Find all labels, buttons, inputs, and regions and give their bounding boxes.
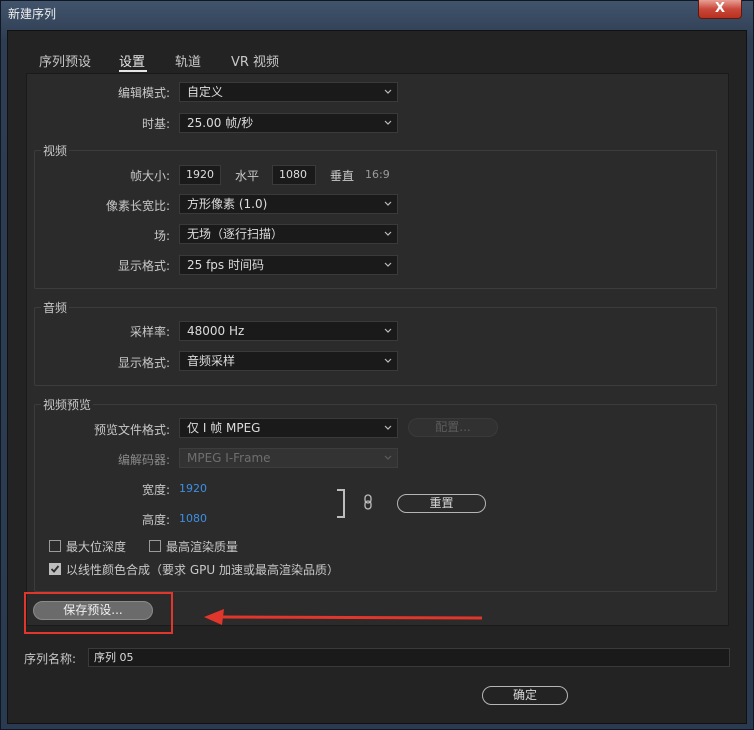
tab-settings[interactable]: 设置 (119, 51, 145, 70)
sequence-name-label: 序列名称: (24, 652, 77, 666)
max-bit-depth-label: 最大位深度 (66, 540, 127, 554)
dimension-bracket (337, 489, 345, 518)
link-chain-icon[interactable] (363, 494, 373, 510)
chevron-down-icon (384, 231, 392, 236)
fields-dropdown[interactable]: 无场（逐行扫描） (179, 224, 398, 244)
chevron-down-icon (384, 120, 392, 125)
chevron-down-icon (384, 201, 392, 206)
preview-height-value[interactable]: 1080 (179, 512, 207, 525)
sample-rate-label: 采样率: (129, 325, 170, 339)
preview-height-label: 高度: (141, 513, 170, 527)
edit-mode-dropdown[interactable]: 自定义 (179, 82, 398, 102)
chevron-down-icon (384, 89, 392, 94)
pixel-aspect-label: 像素长宽比: (105, 199, 170, 213)
sample-rate-value: 48000 Hz (187, 324, 245, 338)
linear-color-checkbox[interactable] (49, 563, 61, 575)
frame-height-field[interactable]: 1080 (272, 165, 316, 185)
preview-format-value: 仅 I 帧 MPEG (187, 421, 261, 435)
timebase-label: 时基: (141, 117, 170, 131)
chevron-down-icon (384, 455, 392, 460)
audio-group (34, 307, 717, 386)
frame-size-label: 帧大小: (129, 169, 170, 183)
preview-width-value[interactable]: 1920 (179, 482, 207, 495)
pixel-aspect-value: 方形像素 (1.0) (187, 197, 268, 211)
video-display-format-label: 显示格式: (117, 259, 170, 273)
preview-width-label: 宽度: (141, 483, 170, 497)
chevron-down-icon (384, 328, 392, 333)
codec-label: 编解码器: (117, 453, 170, 467)
timebase-dropdown[interactable]: 25.00 帧/秒 (179, 113, 398, 133)
sample-rate-dropdown[interactable]: 48000 Hz (179, 321, 398, 341)
ok-button[interactable]: 确定 (482, 686, 568, 705)
edit-mode-label: 编辑模式: (117, 86, 170, 100)
vertical-label: 垂直 (330, 169, 355, 183)
title-bar[interactable]: 新建序列 X (0, 0, 754, 26)
checkmark-icon (50, 565, 60, 573)
chevron-down-icon (384, 262, 392, 267)
aspect-ratio-readout: 16:9 (365, 168, 390, 181)
fields-label: 场: (153, 229, 170, 243)
reset-button[interactable]: 重置 (397, 494, 486, 513)
sequence-name-input[interactable]: 序列 05 (88, 648, 730, 667)
video-group-title: 视频 (41, 142, 70, 159)
annotation-arrow (204, 609, 483, 625)
tab-sequence-presets[interactable]: 序列预设 (39, 51, 91, 70)
close-button[interactable]: X (698, 0, 742, 19)
tab-vr-video[interactable]: VR 视频 (231, 51, 279, 70)
video-display-format-value: 25 fps 时间码 (187, 258, 264, 272)
max-render-quality-label: 最高渲染质量 (166, 540, 239, 554)
codec-value: MPEG I-Frame (187, 451, 271, 465)
tab-tracks[interactable]: 轨道 (175, 51, 201, 70)
codec-dropdown[interactable]: MPEG I-Frame (179, 448, 398, 468)
horizontal-label: 水平 (235, 169, 260, 183)
audio-group-title: 音频 (41, 299, 70, 316)
video-preview-group-title: 视频预览 (41, 396, 94, 413)
chevron-down-icon (384, 425, 392, 430)
chevron-down-icon (384, 358, 392, 363)
configure-button[interactable]: 配置... (408, 418, 498, 437)
video-display-format-dropdown[interactable]: 25 fps 时间码 (179, 255, 398, 275)
edit-mode-value: 自定义 (187, 85, 224, 99)
pixel-aspect-dropdown[interactable]: 方形像素 (1.0) (179, 194, 398, 214)
linear-color-label: 以线性颜色合成（要求 GPU 加速或最高渲染品质） (66, 563, 339, 577)
fields-value: 无场（逐行扫描） (187, 227, 284, 241)
active-tab-indicator (119, 70, 147, 72)
highlight-box (24, 592, 173, 634)
timebase-value: 25.00 帧/秒 (187, 116, 254, 130)
audio-display-format-dropdown[interactable]: 音频采样 (179, 351, 398, 371)
frame-width-field[interactable]: 1920 (179, 165, 221, 185)
audio-display-format-value: 音频采样 (187, 354, 236, 368)
audio-display-format-label: 显示格式: (117, 356, 170, 370)
max-render-quality-checkbox[interactable] (149, 540, 161, 552)
preview-format-dropdown[interactable]: 仅 I 帧 MPEG (179, 418, 398, 438)
window-title: 新建序列 (8, 7, 57, 21)
preview-format-label: 预览文件格式: (93, 423, 170, 437)
max-bit-depth-checkbox[interactable] (49, 540, 61, 552)
